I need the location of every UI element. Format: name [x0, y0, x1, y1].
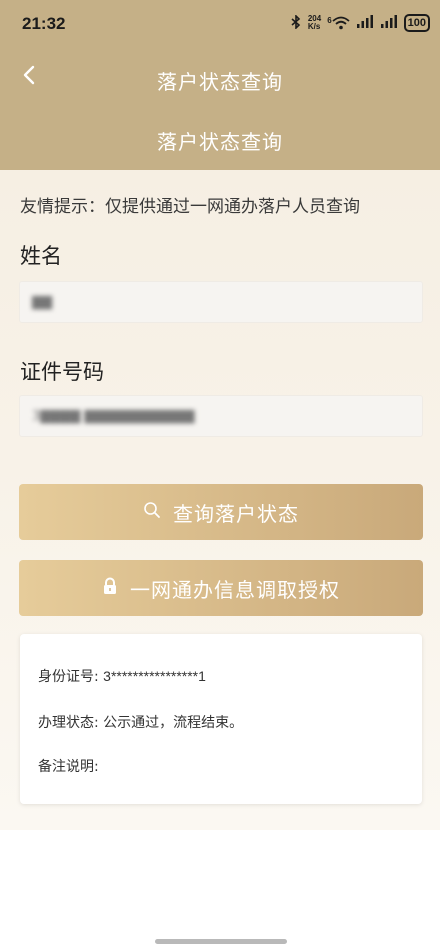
id-number-input-value: 3▇▇▇▇ ▇▇▇▇▇▇▇▇▇▇▇: [32, 408, 195, 424]
query-status-button[interactable]: 查询落户状态: [19, 484, 423, 540]
network-speed-unit: K/s: [307, 22, 321, 31]
wifi-icon: 6: [327, 16, 350, 30]
status-time: 21:32: [22, 14, 66, 33]
lock-icon: [102, 576, 118, 600]
nav-title: 落户状态查询: [157, 70, 283, 94]
info-authorization-button[interactable]: 一网通办信息调取授权: [19, 560, 423, 616]
home-indicator[interactable]: [155, 939, 287, 944]
result-id-label: 身份证号:: [38, 669, 99, 685]
signal-icon-1: [356, 15, 374, 31]
notice-text: 友情提示：仅提供通过一网通办落户人员查询: [20, 197, 360, 217]
result-remark-label: 备注说明:: [38, 759, 99, 775]
result-status-label: 办理状态:: [38, 715, 99, 731]
result-status-row: 办理状态: 公示通过，流程结束。: [38, 712, 243, 732]
result-id-value: 3****************1: [103, 668, 206, 684]
signal-icon-2: [380, 15, 398, 31]
name-input[interactable]: ▇▇: [19, 281, 423, 323]
status-bar: 21:32 204 K/s 6 100: [0, 0, 440, 48]
result-remark-row: 备注说明:: [38, 756, 99, 776]
name-input-value: ▇▇: [32, 294, 52, 310]
result-id-row: 身份证号: 3****************1: [38, 666, 206, 686]
battery-icon: 100: [403, 14, 430, 32]
info-authorization-label: 一网通办信息调取授权: [130, 577, 340, 602]
result-card: 身份证号: 3****************1 办理状态: 公示通过，流程结束…: [20, 634, 422, 804]
name-label: 姓名: [20, 244, 62, 268]
page-subtitle: 落户状态查询: [157, 130, 283, 154]
result-status-value: 公示通过，流程结束。: [103, 715, 244, 731]
search-icon: [143, 500, 161, 524]
nav-bar: 落户状态查询: [0, 52, 440, 104]
id-number-label: 证件号码: [20, 360, 104, 384]
header: 21:32 204 K/s 6 100 落户状态查询 落户状态查询: [0, 0, 440, 170]
network-speed: 204 K/s: [308, 15, 321, 31]
id-number-input[interactable]: 3▇▇▇▇ ▇▇▇▇▇▇▇▇▇▇▇: [19, 395, 423, 437]
query-status-label: 查询落户状态: [173, 501, 299, 526]
bluetooth-icon: [290, 13, 302, 32]
status-icons: 204 K/s 6 100: [290, 13, 430, 32]
